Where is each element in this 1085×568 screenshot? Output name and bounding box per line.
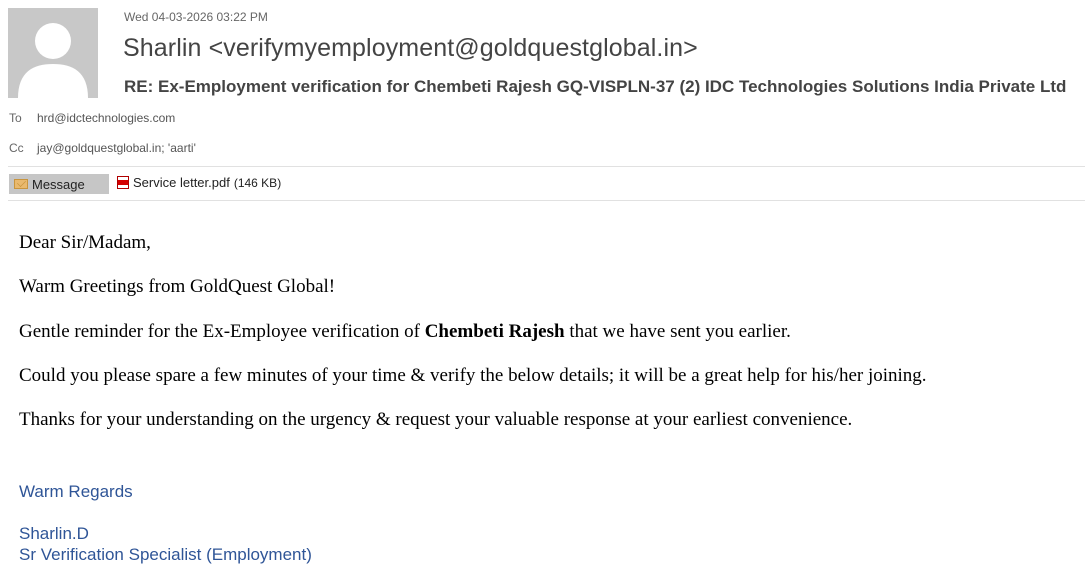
attachment-name: Service letter.pdf <box>133 175 230 190</box>
body-line-1: Warm Greetings from GoldQuest Global! <box>19 276 336 297</box>
sender-avatar <box>8 8 98 98</box>
body-line-2-after: that we have sent you earlier. <box>564 321 791 342</box>
employee-name: Chembeti Rajesh <box>424 321 565 342</box>
attachment-size: (146 KB) <box>233 175 282 190</box>
email-subject: RE: Ex-Employment verification for Chemb… <box>124 77 1067 96</box>
signature-regards: Warm Regards <box>19 482 133 501</box>
to-label: To <box>9 111 22 125</box>
sender-name[interactable]: Sharlin <verifymyemployment@goldquestglo… <box>123 34 698 63</box>
pdf-icon <box>117 176 129 189</box>
body-line-3: Could you please spare a few minutes of … <box>19 365 927 386</box>
person-silhouette-icon <box>8 8 98 98</box>
message-tab[interactable]: Message <box>9 174 109 194</box>
body-greeting: Dear Sir/Madam, <box>19 232 151 253</box>
header-divider <box>8 166 1085 167</box>
to-recipients[interactable]: hrd@idctechnologies.com <box>37 111 175 125</box>
body-line-2-before: Gentle reminder for the Ex-Employee veri… <box>19 321 425 342</box>
body-line-4: Thanks for your understanding on the urg… <box>19 409 853 430</box>
attachment-divider <box>8 200 1085 201</box>
cc-label: Cc <box>9 141 24 155</box>
signature-title: Sr Verification Specialist (Employment) <box>19 545 312 564</box>
cc-recipients[interactable]: jay@goldquestglobal.in; 'aarti' <box>37 141 196 155</box>
message-tab-label: Message <box>32 176 85 192</box>
sent-date: Wed 04-03-2026 03:22 PM <box>124 10 268 24</box>
attachment-service-letter[interactable]: Service letter.pdf (146 KB) <box>117 175 281 190</box>
envelope-icon <box>14 179 28 189</box>
signature-name: Sharlin.D <box>19 524 89 543</box>
body-line-2: Gentle reminder for the Ex-Employee veri… <box>19 321 791 343</box>
